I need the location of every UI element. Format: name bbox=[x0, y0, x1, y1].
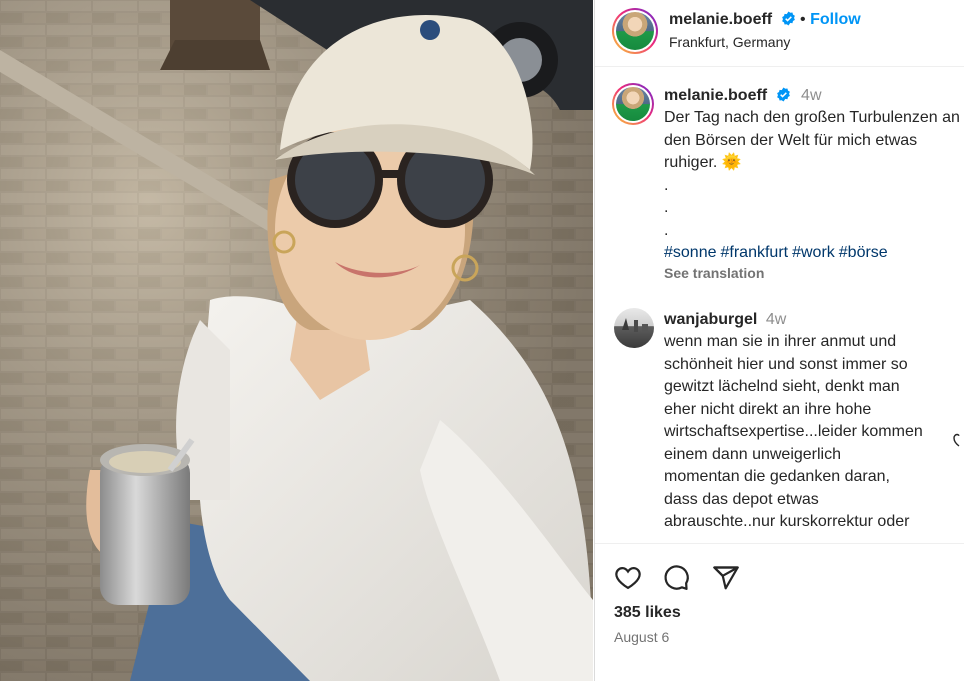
caption-text: Der Tag nach den großen Turbulenzen an d… bbox=[664, 109, 960, 171]
verified-badge-icon bbox=[781, 11, 795, 26]
photo-illustration bbox=[0, 0, 593, 681]
comment-line: schönheit hier und sonst immer so bbox=[664, 355, 908, 373]
hashtag-link[interactable]: #frankfurt bbox=[721, 244, 789, 261]
post-header: melanie.boeff • Follow Frankfurt, German… bbox=[595, 0, 964, 67]
caption-hashtags: #sonne #frankfurt #work #börse bbox=[664, 242, 960, 265]
see-translation-link[interactable]: See translation bbox=[664, 265, 960, 281]
comment-line: einem dann unweigerlich bbox=[664, 445, 841, 463]
share-icon[interactable] bbox=[711, 564, 741, 592]
hashtag-link[interactable]: #sonne bbox=[664, 244, 717, 261]
hashtag-link[interactable]: #work bbox=[792, 244, 835, 261]
comment-line: abrauschte..nur kurskorrektur oder bbox=[664, 513, 910, 530]
comment-line: gewitzt lächelnd sieht, denkt man bbox=[664, 378, 900, 395]
caption-dot: . bbox=[664, 176, 669, 194]
post-date[interactable]: August 6 bbox=[614, 629, 669, 645]
comments-scroll-area[interactable]: melanie.boeff 4w Der Tag nach den großen… bbox=[595, 67, 964, 543]
caption: melanie.boeff 4w Der Tag nach den großen… bbox=[664, 85, 960, 281]
caption-username[interactable]: melanie.boeff bbox=[664, 87, 767, 104]
comment-avatar[interactable] bbox=[614, 308, 654, 348]
comment-avatar-image bbox=[622, 318, 648, 332]
comment-line: dass das depot etwas bbox=[664, 490, 819, 508]
post-side-panel: melanie.boeff • Follow Frankfurt, German… bbox=[594, 0, 964, 681]
comment-like-icon[interactable] bbox=[953, 433, 964, 447]
dot-separator: • bbox=[800, 11, 811, 28]
likes-count[interactable]: 385 likes bbox=[614, 604, 681, 622]
post-location[interactable]: Frankfurt, Germany bbox=[669, 34, 790, 50]
comment-age[interactable]: 4w bbox=[766, 311, 786, 328]
hashtag-link[interactable]: #börse bbox=[839, 244, 888, 261]
comment-icon[interactable] bbox=[661, 564, 691, 592]
comment-line: wenn man sie in ihrer anmut und bbox=[664, 333, 897, 350]
post-photo[interactable] bbox=[0, 0, 593, 681]
comment-line: wirtschaftsexpertise...leider kommen bbox=[664, 423, 923, 440]
caption-dot: . bbox=[664, 199, 669, 216]
follow-button[interactable]: Follow bbox=[810, 11, 861, 28]
caption-author-avatar[interactable] bbox=[612, 83, 654, 125]
heart-icon[interactable] bbox=[613, 564, 643, 592]
verified-badge-icon bbox=[776, 87, 790, 102]
comment: wanjaburgel 4w wenn man sie in ihrer anm… bbox=[664, 309, 960, 534]
comment-username[interactable]: wanjaburgel bbox=[664, 311, 757, 328]
author-username[interactable]: melanie.boeff bbox=[669, 11, 772, 28]
caption-dot: . bbox=[664, 221, 669, 239]
author-avatar[interactable] bbox=[612, 8, 658, 54]
post-actions: 385 likes August 6 bbox=[595, 543, 964, 682]
comment-line: momentan die gedanken daran, bbox=[664, 468, 890, 485]
caption-age[interactable]: 4w bbox=[801, 87, 821, 104]
comment-line: eher nicht direkt an ihre hohe bbox=[664, 400, 872, 418]
